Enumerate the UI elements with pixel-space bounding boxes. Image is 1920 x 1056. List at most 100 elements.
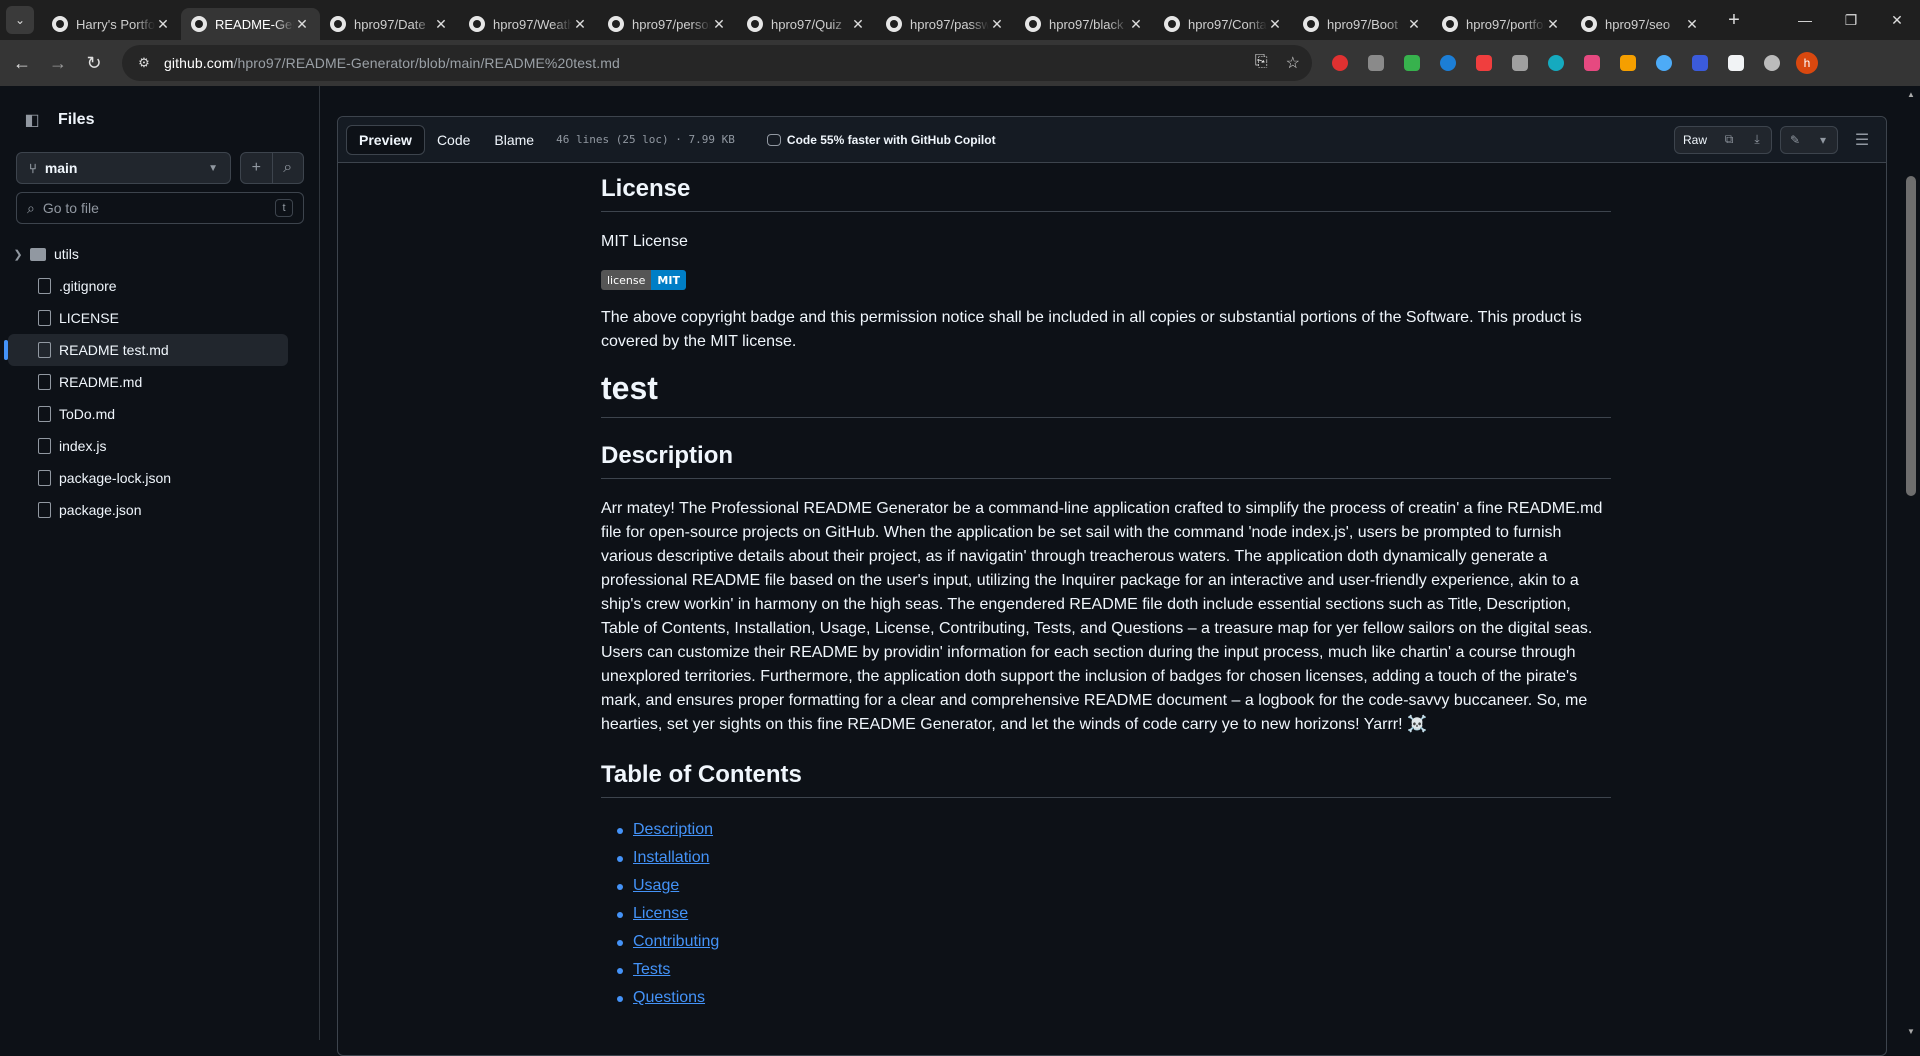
tab-close-icon[interactable]: ✕ — [850, 16, 866, 33]
tab-close-icon[interactable]: ✕ — [572, 16, 588, 33]
download-icon[interactable]: ⤓ — [1743, 127, 1771, 153]
tab-close-icon[interactable]: ✕ — [1267, 16, 1283, 33]
site-info-icon[interactable]: ⚙ — [132, 51, 156, 75]
url-text[interactable]: github.com/hpro97/README-Generator/blob/… — [164, 55, 620, 71]
scroll-down-icon[interactable]: ▼ — [1906, 1027, 1916, 1036]
page-scrollbar[interactable]: ▲ ▼ — [1902, 86, 1920, 1040]
go-to-file-input[interactable]: ⌕ Go to file t — [16, 192, 304, 224]
tab-title: hpro97/portfolio — [1466, 16, 1545, 32]
edit-pencil-icon[interactable]: ✎ — [1781, 127, 1809, 153]
copy-icon[interactable]: ⧉ — [1715, 127, 1743, 153]
tab-close-icon[interactable]: ✕ — [155, 16, 171, 33]
browser-tab[interactable]: hpro97/Weather✕ — [459, 8, 598, 40]
file-icon — [38, 470, 51, 486]
extension-icon[interactable] — [1400, 51, 1424, 75]
extension-icon[interactable] — [1364, 51, 1388, 75]
tree-file[interactable]: README.md — [8, 366, 288, 398]
tab-close-icon[interactable]: ✕ — [433, 16, 449, 33]
minimize-icon[interactable]: — — [1782, 0, 1828, 40]
toc-link[interactable]: Usage — [633, 877, 679, 894]
profile-avatar[interactable]: h — [1796, 52, 1818, 74]
extension-icon[interactable] — [1652, 51, 1676, 75]
toc-link[interactable]: Questions — [633, 989, 705, 1006]
branch-selector[interactable]: ⑂ main ▼ — [16, 152, 231, 184]
new-tab-button[interactable]: + — [1720, 9, 1748, 32]
copilot-promo[interactable]: Code 55% faster with GitHub Copilot — [766, 133, 996, 147]
toc-link[interactable]: Contributing — [633, 933, 719, 950]
tree-file[interactable]: README test.md — [4, 334, 288, 366]
extension-icon[interactable] — [1688, 51, 1712, 75]
tree-file[interactable]: ToDo.md — [8, 398, 288, 430]
tab-close-icon[interactable]: ✕ — [1545, 16, 1561, 33]
tree-file[interactable]: index.js — [8, 430, 288, 462]
browser-tab[interactable]: Harry's Portfolio✕ — [42, 8, 181, 40]
tree-file[interactable]: package.json — [8, 494, 288, 526]
tab-close-icon[interactable]: ✕ — [1684, 16, 1700, 33]
toc-link[interactable]: License — [633, 905, 688, 922]
raw-button[interactable]: Raw — [1675, 127, 1715, 153]
toc-link[interactable]: Installation — [633, 849, 710, 866]
extension-icon[interactable] — [1724, 51, 1748, 75]
outline-list-icon[interactable]: ☰ — [1846, 130, 1878, 150]
install-app-icon[interactable]: ⎘ — [1255, 53, 1268, 73]
browser-tab[interactable]: hpro97/personal✕ — [598, 8, 737, 40]
toc-item: Tests — [617, 956, 1611, 984]
browser-tab[interactable]: hpro97/Date ✕ — [320, 8, 459, 40]
restore-icon[interactable]: ❐ — [1828, 0, 1874, 40]
extension-icon[interactable] — [1328, 51, 1352, 75]
search-icon[interactable]: ⌕ — [273, 153, 304, 183]
browser-tab[interactable]: hpro97/Quiz ✕ — [737, 8, 876, 40]
tree-item-label: package.json — [59, 502, 142, 518]
scrollbar-thumb[interactable] — [1906, 176, 1916, 496]
tab-close-icon[interactable]: ✕ — [1128, 16, 1144, 33]
browser-tab[interactable]: hpro97/password✕ — [876, 8, 1015, 40]
tree-file[interactable]: package-lock.json — [8, 462, 288, 494]
bookmark-star-icon[interactable]: ☆ — [1286, 53, 1300, 73]
tree-file[interactable]: LICENSE — [8, 302, 288, 334]
tab-code[interactable]: Code — [425, 125, 482, 155]
tree-folder[interactable]: ❯ utils — [8, 238, 288, 270]
tab-close-icon[interactable]: ✕ — [711, 16, 727, 33]
sidebar-collapse-icon[interactable]: ◧ — [16, 104, 48, 136]
github-favicon-icon — [52, 16, 68, 32]
browser-tab[interactable]: hpro97/seo ✕ — [1571, 8, 1710, 40]
back-arrow-icon[interactable]: ← — [4, 45, 40, 81]
file-tree: ❯ utils .gitignore LICENSE README test.md REA… — [4, 238, 288, 526]
tab-search-button[interactable]: ⌄ — [6, 6, 34, 34]
extension-icon[interactable] — [1544, 51, 1568, 75]
browser-tab[interactable]: hpro97/Contact✕ — [1154, 8, 1293, 40]
reload-icon[interactable]: ↻ — [76, 45, 112, 81]
chevron-right-icon[interactable]: ❯ — [8, 248, 28, 261]
extension-icon[interactable] — [1580, 51, 1604, 75]
scroll-up-icon[interactable]: ▲ — [1906, 90, 1916, 99]
browser-tab[interactable]: hpro97/Boot ✕ — [1293, 8, 1432, 40]
toc-link[interactable]: Tests — [633, 961, 670, 978]
chevron-down-icon[interactable]: ▾ — [1809, 127, 1837, 153]
url-path: /hpro97/README-Generator/blob/main/READM… — [233, 55, 620, 71]
browser-tab[interactable]: hpro97/black ✕ — [1015, 8, 1154, 40]
github-favicon-icon — [330, 16, 346, 32]
add-file-button[interactable]: + — [241, 153, 273, 183]
extension-icon[interactable] — [1472, 51, 1496, 75]
github-favicon-icon — [886, 16, 902, 32]
extension-icon[interactable] — [1508, 51, 1532, 75]
caret-down-icon: ▼ — [208, 162, 218, 174]
tab-close-icon[interactable]: ✕ — [1406, 16, 1422, 33]
branch-name: main — [44, 160, 78, 176]
extension-icon[interactable] — [1760, 51, 1784, 75]
tab-preview[interactable]: Preview — [346, 124, 425, 155]
browser-tab[interactable]: README-Generator✕ — [181, 8, 320, 40]
tab-blame[interactable]: Blame — [482, 125, 546, 155]
toc-link[interactable]: Description — [633, 821, 713, 838]
license-badge[interactable]: license MIT — [601, 270, 686, 290]
tab-close-icon[interactable]: ✕ — [294, 16, 310, 33]
tab-close-icon[interactable]: ✕ — [989, 16, 1005, 33]
forward-arrow-icon[interactable]: → — [40, 45, 76, 81]
extension-icon[interactable] — [1436, 51, 1460, 75]
extension-icon[interactable] — [1616, 51, 1640, 75]
tree-file[interactable]: .gitignore — [8, 270, 288, 302]
tab-title: hpro97/password — [910, 16, 989, 32]
browser-tab[interactable]: hpro97/portfolio✕ — [1432, 8, 1571, 40]
close-window-icon[interactable]: ✕ — [1874, 0, 1920, 40]
address-bar[interactable]: ⚙ github.com/hpro97/README-Generator/blo… — [122, 45, 1312, 81]
